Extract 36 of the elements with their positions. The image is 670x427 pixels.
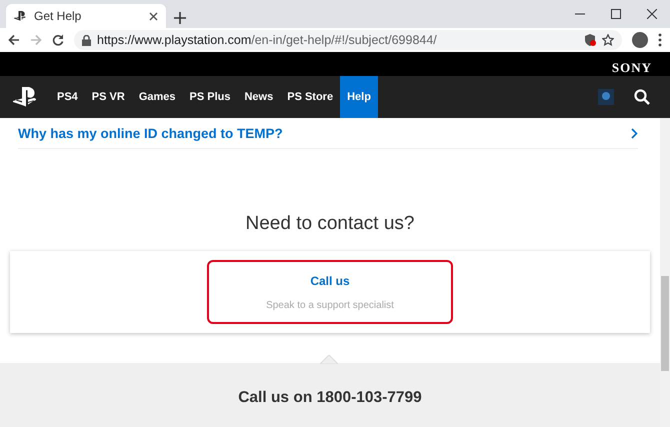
scrollbar-thumb[interactable] [661,276,669,371]
playstation-logo-icon[interactable] [12,87,38,107]
lock-icon [82,34,91,46]
nav-link[interactable]: PS Plus [182,76,238,118]
nav-link[interactable]: PS VR [84,76,132,118]
reload-icon[interactable] [52,34,64,46]
browser-tab[interactable]: Get Help [6,4,166,28]
minimize-icon[interactable] [575,13,585,15]
shield-icon[interactable] [584,34,596,46]
scrollbar[interactable] [660,118,670,427]
close-icon[interactable] [149,12,158,20]
nav-link[interactable]: PS4 [50,76,85,118]
sony-logo: SONY [612,60,652,76]
tab-title: Get Help [34,9,82,23]
chevron-right-icon[interactable] [631,128,638,138]
maximize-icon[interactable] [611,9,621,19]
playstation-logo-icon [14,11,26,21]
contact-heading: Need to contact us? [244,213,416,235]
option-subtitle: Speak to a support specialist [266,300,394,310]
avatar-icon[interactable] [598,89,614,105]
new-tab-icon[interactable] [174,12,186,24]
call-us-option[interactable]: Call us Speak to a support specialist [207,260,453,324]
nav-link[interactable]: PS Store [280,76,340,118]
faq-link[interactable]: Why has my online ID changed to TEMP? [18,126,283,140]
close-icon[interactable] [647,9,657,19]
url-text: https://www.playstation.com/en-in/get-help/#!/subject/699844/ [97,33,438,47]
star-icon[interactable] [602,34,614,46]
address-bar[interactable]: https://www.playstation.com/en-in/get-help/#!/subject/699844/ [74,30,622,50]
menu-icon[interactable] [658,33,662,47]
call-heading: Call us on 1800-103-7799 [238,389,422,408]
search-icon[interactable] [634,89,650,105]
nav-link[interactable]: Games [132,76,183,118]
avatar-icon[interactable] [632,32,648,48]
back-arrow-icon[interactable] [8,34,20,46]
nav-link[interactable]: News [237,76,280,118]
nav-link[interactable]: Help [340,76,378,118]
